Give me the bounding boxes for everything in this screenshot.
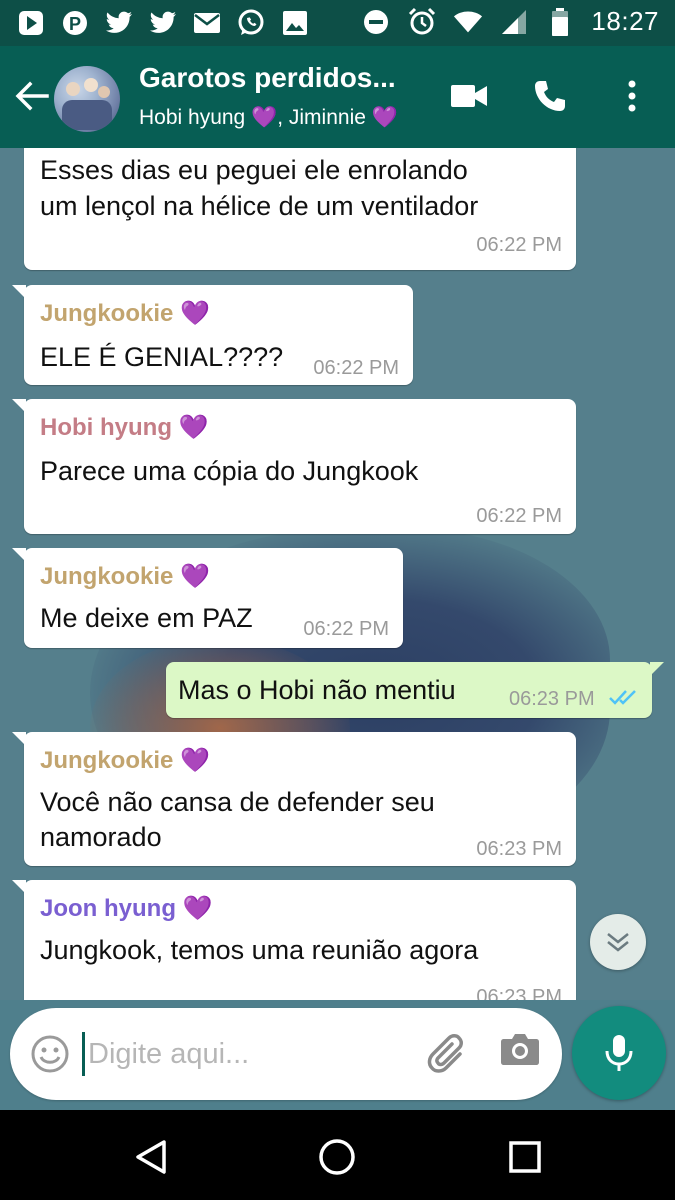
nav-back-button[interactable] — [126, 1132, 176, 1182]
message-text: Jungkook, temos uma reunião agora — [40, 935, 479, 965]
chat-header: Garotos perdidos... Hobi hyung 💜, Jiminn… — [0, 46, 675, 148]
twitter-icon — [104, 8, 134, 38]
sender-name: Jungkookie 💜 — [40, 563, 210, 590]
back-button[interactable] — [12, 74, 52, 118]
message-text: namorado — [40, 822, 162, 852]
message-time: 06:23 PM — [509, 688, 595, 710]
double-chevron-down-icon — [607, 933, 629, 952]
message-bubble[interactable]: Jungkookie 💜 Você não cansa de defender … — [12, 732, 576, 866]
play-store-icon — [16, 8, 46, 38]
image-icon — [280, 8, 310, 38]
message-time: 06:23 PM — [476, 986, 562, 1000]
voice-call-button[interactable] — [528, 74, 572, 118]
message-time: 06:22 PM — [476, 505, 562, 527]
arrow-back-icon — [15, 81, 49, 111]
chat-participants[interactable]: Hobi hyung 💜, Jiminnie 💜 — [139, 106, 398, 130]
nav-recents-button[interactable] — [500, 1132, 550, 1182]
notification-icons: P — [16, 8, 310, 38]
system-status: 18:27 — [361, 6, 659, 37]
sender-name: Joon hyung 💜 — [40, 895, 213, 922]
message-time: 06:22 PM — [476, 234, 562, 256]
mail-icon — [192, 8, 222, 38]
scroll-to-bottom-button[interactable] — [590, 914, 646, 970]
svg-text:P: P — [69, 14, 81, 34]
system-navigation-bar — [0, 1110, 675, 1200]
battery-icon — [545, 7, 575, 37]
sender-name: Jungkookie 💜 — [40, 747, 210, 774]
circle-home-icon — [319, 1139, 355, 1175]
chat-title[interactable]: Garotos perdidos... — [139, 62, 419, 94]
message-composer — [10, 1008, 562, 1100]
message-bubble[interactable]: Joon hyung 💜 Jungkook, temos uma reunião… — [12, 880, 576, 1000]
status-bar: P 18:27 — [0, 0, 675, 46]
group-avatar[interactable] — [54, 66, 120, 132]
message-bubble[interactable]: Esses dias eu peguei ele enrolando um le… — [24, 148, 576, 270]
paperclip-icon — [427, 1034, 463, 1073]
more-vert-icon — [628, 80, 636, 112]
clock: 18:27 — [591, 6, 659, 36]
nav-home-button[interactable] — [312, 1132, 362, 1182]
video-call-icon — [451, 85, 487, 107]
whatsapp-icon — [236, 8, 266, 38]
alarm-icon — [407, 7, 437, 37]
message-text: Você não cansa de defender seu — [40, 787, 435, 817]
sender-name: Jungkookie 💜 — [40, 300, 210, 327]
message-text: Me deixe em PAZ — [40, 603, 253, 633]
message-text: Esses dias eu peguei ele enrolando — [40, 155, 468, 185]
message-text: Parece uma cópia do Jungkook — [40, 456, 419, 486]
attach-button[interactable] — [426, 1032, 470, 1076]
read-receipt-icon — [608, 688, 638, 711]
do-not-disturb-icon — [361, 7, 391, 37]
twitter-icon — [148, 8, 178, 38]
message-time: 06:22 PM — [303, 618, 389, 640]
message-text: ELE É GENIAL???? — [40, 342, 284, 372]
square-recents-icon — [509, 1141, 541, 1173]
microphone-icon — [605, 1035, 633, 1071]
message-bubble[interactable]: Jungkookie 💜 Me deixe em PAZ 06:22 PM — [12, 548, 403, 648]
voice-record-button[interactable] — [572, 1006, 666, 1100]
emoji-icon — [31, 1035, 69, 1073]
more-options-button[interactable] — [610, 74, 654, 118]
message-bubble-outgoing[interactable]: Mas o Hobi não mentiu 06:23 PM — [166, 662, 664, 718]
triangle-back-icon — [136, 1140, 166, 1174]
message-text: um lençol na hélice de um ventilador — [40, 191, 479, 221]
message-time: 06:23 PM — [476, 838, 562, 860]
signal-icon — [499, 7, 529, 37]
text-cursor — [82, 1032, 85, 1076]
camera-button[interactable] — [500, 1032, 544, 1076]
camera-icon — [501, 1034, 539, 1065]
message-time: 06:22 PM — [313, 357, 399, 379]
message-bubble[interactable]: Jungkookie 💜 ELE É GENIAL???? 06:22 PM — [12, 285, 413, 385]
message-text: Mas o Hobi não mentiu — [178, 675, 456, 705]
sender-name: Hobi hyung 💜 — [40, 414, 209, 441]
message-list[interactable]: Esses dias eu peguei ele enrolando um le… — [0, 148, 675, 1000]
message-input[interactable] — [88, 1028, 408, 1080]
message-bubble[interactable]: Hobi hyung 💜 Parece uma cópia do Jungkoo… — [12, 399, 576, 534]
emoji-button[interactable] — [30, 1034, 70, 1074]
wifi-icon — [453, 7, 483, 37]
pinterest-icon: P — [60, 8, 90, 38]
phone-icon — [535, 81, 565, 111]
video-call-button[interactable] — [447, 74, 491, 118]
